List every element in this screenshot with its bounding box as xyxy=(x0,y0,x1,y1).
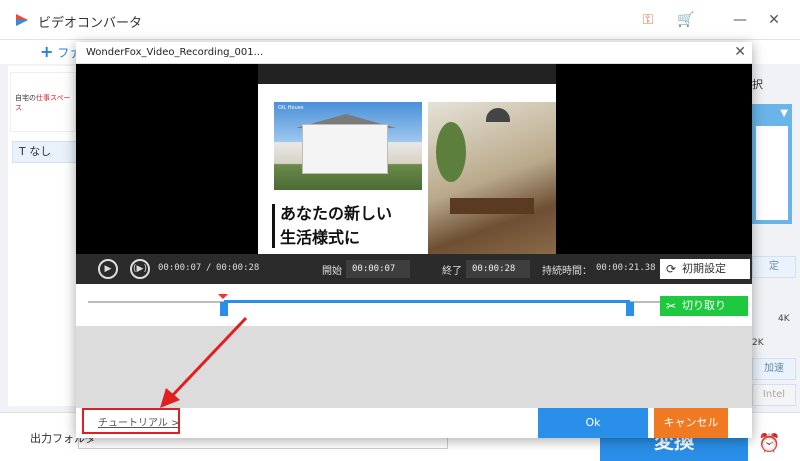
tutorial-link[interactable]: チュートリアル > xyxy=(98,414,179,429)
plant-shape xyxy=(436,122,466,182)
house-shape xyxy=(302,124,388,174)
trim-end-handle[interactable] xyxy=(626,302,634,316)
format-label: 択 xyxy=(752,78,763,91)
video-frame-top xyxy=(258,64,556,84)
time-separator: / xyxy=(206,263,212,273)
track-after xyxy=(630,301,660,303)
dialog-footer: チュートリアル > Ok キャンセル xyxy=(76,408,752,438)
headline-line2: 生活様式に xyxy=(280,228,361,247)
trim-start-handle[interactable] xyxy=(220,302,228,316)
total-time: 00:00:28 xyxy=(216,263,260,273)
close-window-button[interactable]: ✕ xyxy=(764,10,784,30)
start-label: 開始 xyxy=(322,266,342,277)
table-shape xyxy=(450,198,534,214)
format-panel: 択 ▼ 定 4K 2K 加速 Intel xyxy=(752,66,800,406)
video-thumbnail[interactable]: 自宅の仕事スペース xyxy=(10,72,76,132)
file-list-panel: 自宅の仕事スペース T なし xyxy=(8,66,78,406)
track-before xyxy=(88,301,224,303)
settings-button[interactable]: 定 xyxy=(752,256,796,278)
reset-button[interactable]: ⟳ 初期設定 xyxy=(660,259,750,279)
minimize-button[interactable]: — xyxy=(730,10,750,30)
format-card[interactable]: ▼ xyxy=(752,104,792,224)
house-photo: OIL House xyxy=(274,102,422,190)
start-time-input[interactable]: 00:00:07 xyxy=(346,260,410,278)
scissors-icon: ✂ xyxy=(666,299,677,313)
video-headline: あなたの新しい 生活様式に xyxy=(274,202,424,250)
app-logo-icon xyxy=(16,14,28,26)
clip-list-area xyxy=(76,326,752,408)
lamp-shape xyxy=(486,108,510,122)
track-selected xyxy=(224,300,630,303)
acceleration-button[interactable]: 加速 xyxy=(752,358,796,380)
cart-icon[interactable]: 🛒 xyxy=(676,10,696,30)
chevron-down-icon: ▼ xyxy=(780,108,788,119)
cut-label: 切り取り xyxy=(682,299,726,312)
intel-button[interactable]: Intel xyxy=(752,384,796,406)
text-icon: T xyxy=(19,145,26,158)
end-time-input[interactable]: 00:00:28 xyxy=(466,260,530,278)
thumbnail-caption: 自宅の仕事スペース xyxy=(15,93,75,113)
playhead-marker[interactable] xyxy=(218,294,228,299)
subtitle-option-label: なし xyxy=(29,145,52,158)
dialog-header: WonderFox_Video_Recording_001... ✕ xyxy=(76,42,752,64)
cancel-button[interactable]: キャンセル xyxy=(654,408,728,438)
refresh-icon: ⟳ xyxy=(666,262,677,276)
key-icon[interactable]: ⚿ xyxy=(638,10,658,30)
subtitle-select[interactable]: T なし xyxy=(12,141,78,163)
dialog-title: WonderFox_Video_Recording_001... xyxy=(86,47,264,58)
plus-icon: + xyxy=(40,42,54,61)
playback-controls: ▶ (▶) 00:00:07 / 00:00:28 開始 00:00:07 終了… xyxy=(76,254,752,284)
duration-label: 持続時間： xyxy=(542,266,592,277)
video-frame: OIL House あなたの新しい 生活様式に xyxy=(258,84,556,254)
app-title: ビデオコンバータ xyxy=(38,16,143,31)
trim-timeline: ✂ 切り取り xyxy=(76,284,752,326)
play-icon[interactable]: ▶ xyxy=(98,259,118,279)
reset-label: 初期設定 xyxy=(682,262,726,275)
photo-caption: OIL House xyxy=(278,105,304,111)
thumbnail-caption-prefix: 自宅の xyxy=(15,94,36,102)
trim-dialog: WonderFox_Video_Recording_001... ✕ OIL H… xyxy=(76,42,752,438)
dining-room-photo xyxy=(428,102,556,254)
format-preview xyxy=(756,126,788,220)
title-bar: ビデオコンバータ ⚿ 🛒 — ✕ xyxy=(0,0,800,40)
duration-value: 00:00:21.38 xyxy=(596,263,656,273)
dialog-close-icon[interactable]: ✕ xyxy=(734,44,746,60)
headline-line1: あなたの新しい xyxy=(280,204,393,223)
video-preview: OIL House あなたの新しい 生活様式に xyxy=(76,64,752,254)
quality-2k-label: 2K xyxy=(752,338,764,348)
current-time: 00:00:07 xyxy=(158,263,202,273)
end-label: 終了 xyxy=(442,266,462,277)
step-play-icon[interactable]: (▶) xyxy=(130,259,150,279)
cut-button[interactable]: ✂ 切り取り xyxy=(660,296,748,316)
alarm-clock-icon[interactable]: ⏰ xyxy=(758,433,780,454)
ok-button[interactable]: Ok xyxy=(538,408,648,438)
quality-4k-label: 4K xyxy=(778,314,790,324)
